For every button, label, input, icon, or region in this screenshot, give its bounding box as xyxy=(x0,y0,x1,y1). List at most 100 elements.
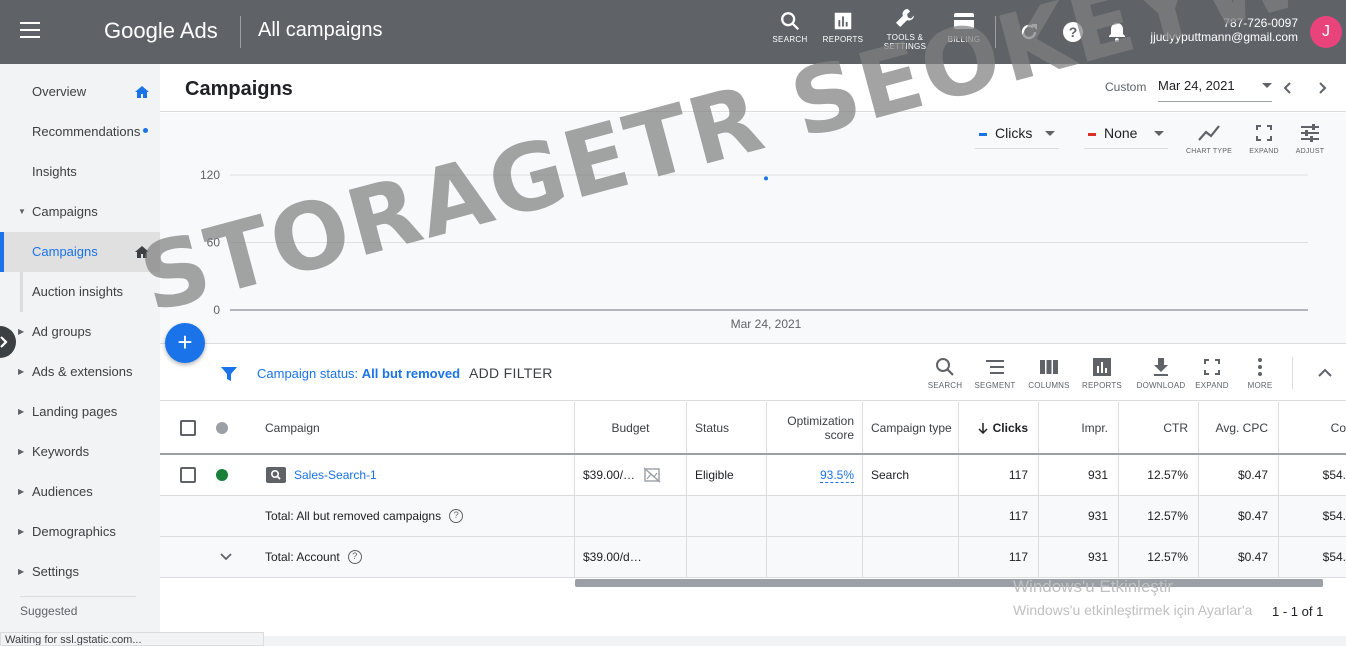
horizontal-scrollbar[interactable] xyxy=(575,579,1323,587)
sidebar-item-auction-insights[interactable]: Auction insights xyxy=(0,272,160,312)
sidebar-item-campaigns-group[interactable]: ▼ Campaigns xyxy=(0,192,160,232)
search-campaign-icon xyxy=(266,467,286,483)
tools-settings-button[interactable]: TOOLS & SETTINGS xyxy=(880,6,930,51)
col-header-avg-cpc[interactable]: Avg. CPC xyxy=(1198,402,1278,453)
account-info[interactable]: 787-726-0097 jjudyyputtmann@gmail.com xyxy=(1150,16,1298,44)
date-range-label: Custom xyxy=(1105,80,1147,94)
home-icon xyxy=(135,86,149,98)
windows-activation-subtitle: Windows'u etkinleştirmek için Ayarlar'a xyxy=(1013,602,1253,618)
caret-right-icon: ▶ xyxy=(18,407,25,416)
campaign-status-filter[interactable]: Campaign status: All but removed xyxy=(257,366,460,381)
credit-card-icon xyxy=(954,13,974,29)
search-icon xyxy=(781,12,800,31)
col-header-impressions[interactable]: Impr. xyxy=(1038,402,1118,453)
add-filter-button[interactable]: ADD FILTER xyxy=(469,365,553,381)
sidebar-nav: Overview Recommendations Insights ▼ Camp… xyxy=(0,64,160,646)
sidebar-item-audiences[interactable]: ▶ Audiences xyxy=(0,472,160,512)
col-header-budget[interactable]: Budget xyxy=(574,402,686,453)
columns-icon xyxy=(1040,360,1058,374)
sidebar-item-insights[interactable]: Insights xyxy=(0,152,160,192)
sidebar-item-recommendations[interactable]: Recommendations xyxy=(0,112,160,152)
status-eligible-dot xyxy=(216,469,228,481)
avg-cpc-cell: $0.47 xyxy=(1198,537,1278,577)
reports-tool-button[interactable]: REPORTS xyxy=(822,10,864,44)
chevron-down-icon[interactable] xyxy=(218,549,234,565)
col-header-cost[interactable]: Co xyxy=(1278,402,1346,453)
pagination-info: 1 - 1 of 1 xyxy=(1272,604,1324,619)
col-header-campaign[interactable]: Campaign xyxy=(265,402,565,453)
help-circle-icon[interactable]: ? xyxy=(347,550,362,564)
y-tick-label: 0 xyxy=(213,303,220,317)
billing-tool-button[interactable]: BILLING xyxy=(944,10,984,44)
notifications-bell-icon[interactable] xyxy=(1105,20,1129,44)
col-header-clicks[interactable]: Clicks xyxy=(958,402,1038,453)
divider xyxy=(20,596,136,597)
menu-icon[interactable] xyxy=(20,22,42,42)
reports-icon xyxy=(834,12,852,30)
wrench-icon xyxy=(896,9,914,27)
search-tool-button[interactable]: SEARCH xyxy=(772,10,808,44)
table-search-button[interactable]: SEARCH xyxy=(923,357,967,390)
metric-select-secondary[interactable]: None xyxy=(1084,125,1168,149)
ctr-cell: 12.57% xyxy=(1118,537,1198,577)
sidebar-item-landing-pages[interactable]: ▶ Landing pages xyxy=(0,392,160,432)
date-range-select[interactable]: Mar 24, 2021 xyxy=(1158,78,1272,102)
sidebar-item-ads-extensions[interactable]: ▶ Ads & extensions xyxy=(0,352,160,392)
row-checkbox[interactable] xyxy=(180,467,196,483)
table-expand-button[interactable]: EXPAND xyxy=(1190,357,1234,390)
brand-logo[interactable]: Google Ads xyxy=(104,18,218,44)
download-button[interactable]: DOWNLOAD xyxy=(1136,357,1186,390)
x-tick-label: Mar 24, 2021 xyxy=(731,317,802,331)
dropdown-arrow-icon xyxy=(1262,83,1272,88)
metric-select-primary[interactable]: Clicks xyxy=(975,125,1059,149)
data-point[interactable] xyxy=(764,176,768,181)
add-button[interactable]: + xyxy=(165,323,205,363)
chevron-up-icon[interactable] xyxy=(1315,365,1335,381)
sidebar-toggle-button[interactable] xyxy=(0,326,16,358)
chart-expand-button[interactable]: EXPAND xyxy=(1244,123,1284,155)
col-header-optimization-score[interactable]: Optimization score xyxy=(766,402,862,453)
refresh-icon[interactable] xyxy=(1017,20,1041,44)
col-header-campaign-type[interactable]: Campaign type xyxy=(862,402,958,453)
columns-button[interactable]: COLUMNS xyxy=(1027,357,1071,390)
sort-arrow-down-icon xyxy=(978,422,988,434)
budget-value[interactable]: $39.00/… xyxy=(583,468,635,482)
col-header-ctr[interactable]: CTR xyxy=(1118,402,1198,453)
ctr-cell: 12.57% xyxy=(1118,455,1198,495)
clicks-cell: 117 xyxy=(958,496,1038,536)
optimization-score-link[interactable]: 93.5% xyxy=(819,468,854,483)
campaign-name-link[interactable]: Sales-Search-1 xyxy=(294,468,377,482)
table-reports-button[interactable]: REPORTS xyxy=(1080,357,1124,390)
chevron-left-icon[interactable] xyxy=(1278,78,1298,98)
ctr-cell: 12.57% xyxy=(1118,496,1198,536)
help-icon[interactable]: ? xyxy=(1061,20,1085,44)
sidebar-item-demographics[interactable]: ▶ Demographics xyxy=(0,512,160,552)
top-bar: Google Ads All campaigns SEARCH REPORTS … xyxy=(0,0,1346,64)
col-header-status[interactable]: Status xyxy=(686,402,766,453)
sidebar-item-settings[interactable]: ▶ Settings xyxy=(0,552,160,592)
chart-adjust-button[interactable]: ADJUST xyxy=(1290,123,1330,155)
expand-icon xyxy=(1256,125,1272,141)
filter-icon[interactable] xyxy=(220,365,238,383)
sidebar-item-overview[interactable]: Overview xyxy=(0,72,160,112)
suggested-label: Suggested xyxy=(20,604,78,618)
budget-total-cell: $39.00/d… xyxy=(574,537,686,577)
home-icon xyxy=(135,246,149,258)
segment-button[interactable]: SEGMENT xyxy=(973,357,1017,390)
sidebar-item-keywords[interactable]: ▶ Keywords xyxy=(0,432,160,472)
chevron-right-icon[interactable] xyxy=(1312,78,1332,98)
sidebar-item-ad-groups[interactable]: ▶ Ad groups xyxy=(0,312,160,352)
browser-status-bar: Waiting for ssl.gstatic.com... xyxy=(0,632,264,646)
chart-type-button[interactable]: CHART TYPE xyxy=(1182,123,1236,155)
caret-right-icon: ▶ xyxy=(18,447,25,456)
sidebar-item-campaigns[interactable]: Campaigns xyxy=(0,232,160,272)
select-all-checkbox[interactable] xyxy=(180,419,196,436)
avg-cpc-cell: $0.47 xyxy=(1198,496,1278,536)
table-row[interactable]: Sales-Search-1 $39.00/… Eligible 93.5% S… xyxy=(160,455,1346,496)
help-circle-icon[interactable]: ? xyxy=(449,509,464,523)
avatar[interactable]: J xyxy=(1310,16,1342,48)
total-account-row: Total: Account ? $39.00/d… 117 931 12.57… xyxy=(160,537,1346,578)
impressions-cell: 931 xyxy=(1038,537,1118,577)
more-button[interactable]: MORE xyxy=(1238,357,1282,390)
expand-icon xyxy=(1204,359,1220,375)
